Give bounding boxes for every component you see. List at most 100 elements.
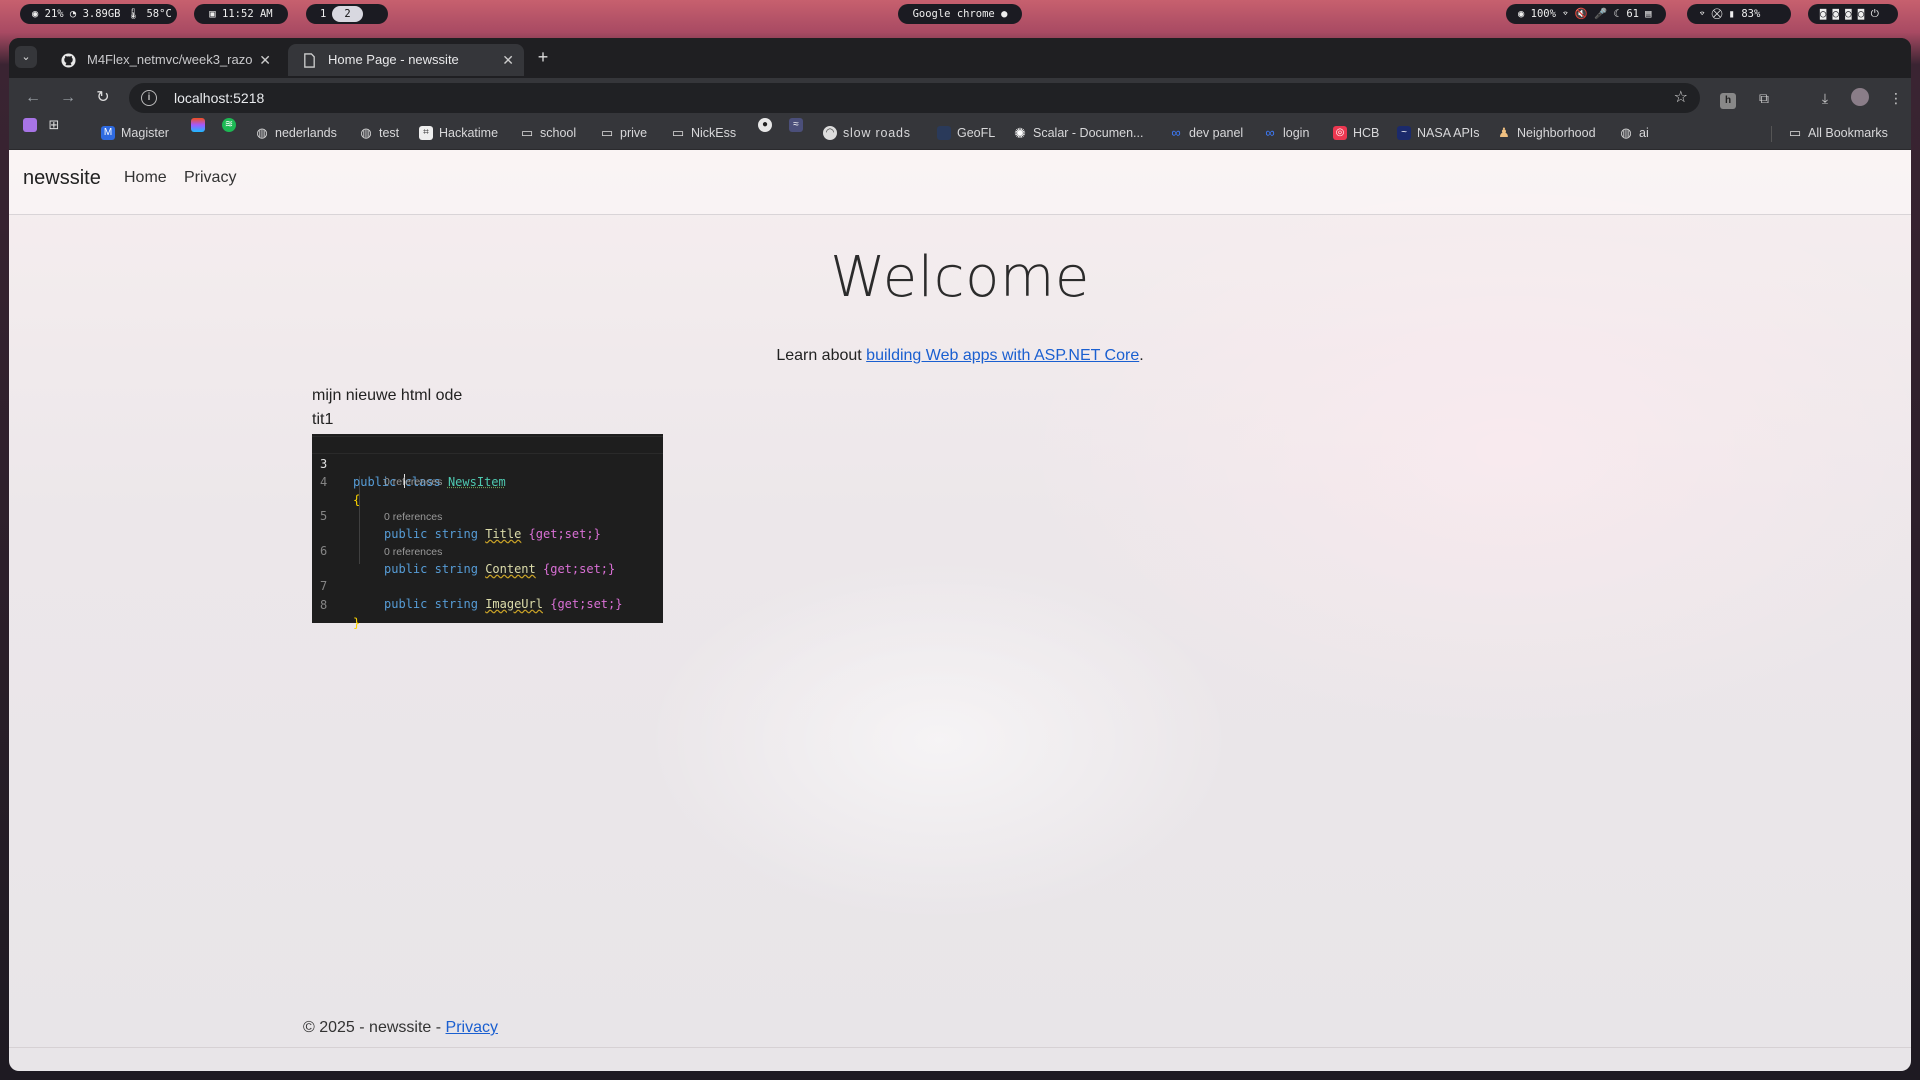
clock: ▣ 11:52 AM <box>194 4 288 24</box>
folder-icon: ▭ <box>1788 125 1802 140</box>
download-icon[interactable]: ⤓ <box>1815 88 1835 108</box>
bookmark-label: Hackatime <box>439 126 499 140</box>
bookmark-purple[interactable] <box>23 118 37 132</box>
codelens-references: 0 references <box>384 546 443 558</box>
forward-arrow-icon[interactable]: → <box>58 88 78 108</box>
magister-icon: M <box>101 126 115 140</box>
tab-github[interactable]: M4Flex_netmvc/week3_razo ✕ <box>47 44 281 76</box>
tab-title: Home Page - newssite <box>328 52 459 67</box>
profile-avatar[interactable] <box>1850 88 1870 108</box>
window-dot-icon: ● <box>994 8 1008 20</box>
bookmark-scalar[interactable]: ✺ Scalar - Documen... <box>1013 118 1143 148</box>
code-keyword: public <box>384 527 428 541</box>
bookmark-nasa-apis[interactable]: ~ NASA APIs <box>1397 118 1480 148</box>
bookmark-test[interactable]: ◍ test <box>359 118 399 148</box>
lead-prefix: Learn about <box>776 347 867 364</box>
extensions-puzzle-icon[interactable]: ⧉ <box>1754 88 1774 108</box>
aspnet-docs-link[interactable]: building Web apps with ASP.NET Core <box>866 347 1139 364</box>
scalar-icon: ✺ <box>1014 125 1026 141</box>
bookmark-label: school <box>540 126 577 140</box>
battery-status[interactable]: ⌔ ⛒ ▮ 83% <box>1687 4 1791 24</box>
bookmarks-bar: ⊞ M Magister ≋ ◍ nederlands ◍ test ⌗ Hackati… <box>9 118 1911 150</box>
nav-home[interactable]: Home <box>124 169 167 187</box>
bookmark-ai[interactable]: ◍ ai <box>1619 118 1648 148</box>
bookmark-star-icon[interactable]: ☆ <box>1674 83 1688 113</box>
bookmark-label: slow roads <box>843 126 911 140</box>
page-viewport: newssite Home Privacy Welcome Learn abou… <box>9 150 1911 1071</box>
hcb-icon: ◎ <box>1333 126 1347 140</box>
news-title: tit1 <box>312 411 334 428</box>
bookmark-label: prive <box>620 126 648 140</box>
tray-status[interactable]: ◉ 100% ⌔ 🔇 🎤 ☾ 61 ▤ <box>1506 4 1666 24</box>
footer-privacy-link[interactable]: Privacy <box>446 1019 498 1036</box>
bookmark-label: NASA APIs <box>1417 126 1480 140</box>
slowroads-icon: ◠ <box>823 126 837 140</box>
tab-home-page[interactable]: Home Page - newssite ✕ <box>288 44 524 76</box>
spotify-icon: ≋ <box>222 118 236 132</box>
workspace-1[interactable]: 1 <box>320 4 326 24</box>
bookmark-label: nederlands <box>275 126 337 140</box>
globe-icon: ◍ <box>1620 125 1632 140</box>
bookmark-label: test <box>379 126 400 140</box>
line-number: 5 <box>320 509 328 523</box>
bookmark-slow-roads[interactable]: ◠ slow roads <box>823 118 911 148</box>
bookmark-figma[interactable] <box>191 118 205 132</box>
folder-icon: ▭ <box>520 125 534 140</box>
globe-icon: ◍ <box>256 125 268 140</box>
site-navbar: newssite Home Privacy <box>9 150 1911 215</box>
reload-icon[interactable]: ↻ <box>93 88 113 108</box>
menu-kebab-icon[interactable]: ⋮ <box>1886 88 1906 108</box>
code-property: ImageUrl <box>485 597 543 611</box>
clock-text: 11:52 AM <box>222 8 273 20</box>
address-bar[interactable]: i localhost:5218 ☆ <box>129 83 1700 113</box>
apps-grid-icon: ⊞ <box>48 117 60 132</box>
footer-copyright: © 2025 - newssite - <box>303 1019 446 1036</box>
code-accessors: {get;set;} <box>543 562 616 576</box>
code-type: string <box>434 597 478 611</box>
site-info-icon[interactable]: i <box>141 90 157 106</box>
bookmark-hcb[interactable]: ◎ HCB <box>1333 118 1379 148</box>
bookmark-apps[interactable]: ⊞ <box>47 118 61 132</box>
bookmark-github[interactable]: ● <box>758 118 772 132</box>
extension-h-icon[interactable]: h <box>1718 88 1738 109</box>
url-text[interactable]: localhost:5218 <box>174 83 264 113</box>
system-top-bar: ◉ 21% ◔ 3.89GB 🌡 58°C ▣ 11:52 AM 1 2 Goo… <box>0 0 1920 28</box>
lead-suffix: . <box>1139 347 1144 364</box>
power-menu[interactable]: ◙ ◙ ◙ ◙ ⏻ <box>1808 4 1898 24</box>
bookmark-label: dev panel <box>1189 126 1244 140</box>
meta-icon: ∞ <box>1171 125 1181 140</box>
nav-privacy[interactable]: Privacy <box>184 169 236 187</box>
tab-search-button[interactable]: ⌄ <box>15 46 37 68</box>
folder-icon: ▭ <box>671 125 685 140</box>
browser-toolbar: ← → ↻ i localhost:5218 ☆ h ⧉ ⤓ ⋮ <box>9 78 1911 118</box>
bookmark-dev-panel[interactable]: ∞ dev panel <box>1169 118 1243 148</box>
bookmark-hackatime[interactable]: ⌗ Hackatime <box>419 118 498 148</box>
bookmark-neighborhood[interactable]: ♟ Neighborhood <box>1497 118 1595 148</box>
bookmark-geofl[interactable]: GeoFL <box>937 118 995 148</box>
all-bookmarks-button[interactable]: ▭ All Bookmarks <box>1788 118 1888 148</box>
code-class-name: NewsItem <box>447 475 506 489</box>
workspace-2[interactable]: 2 <box>332 6 363 22</box>
site-brand[interactable]: newssite <box>23 167 101 190</box>
purple-square-icon <box>23 118 37 132</box>
back-arrow-icon[interactable]: ← <box>23 88 43 108</box>
workspace-switcher[interactable]: 1 2 <box>306 4 388 24</box>
tab-close-icon[interactable]: ✕ <box>259 44 271 76</box>
code-keyword: public <box>384 597 428 611</box>
code-accessors: {get;set;} <box>528 527 601 541</box>
bookmark-nederlands[interactable]: ◍ nederlands <box>255 118 337 148</box>
bookmark-folder-nickess[interactable]: ▭ NickEss <box>671 118 736 148</box>
new-tab-plus-icon[interactable]: + <box>532 46 554 68</box>
browser-window: ⌄ M4Flex_netmvc/week3_razo ✕ Home Page -… <box>9 38 1911 1071</box>
system-stats: ◉ 21% ◔ 3.89GB 🌡 58°C <box>20 4 177 24</box>
bookmark-folder-school[interactable]: ▭ school <box>520 118 576 148</box>
bookmark-magister[interactable]: M Magister <box>101 118 169 148</box>
line-number: 6 <box>320 544 328 558</box>
bookmark-login[interactable]: ∞ login <box>1263 118 1309 148</box>
code-property: Content <box>485 562 536 576</box>
tab-close-icon[interactable]: ✕ <box>502 44 514 76</box>
bookmark-dashboard[interactable]: ≈ <box>789 118 803 132</box>
bookmark-folder-prive[interactable]: ▭ prive <box>600 118 647 148</box>
bookmark-spotify[interactable]: ≋ <box>222 118 236 132</box>
bookmark-label: GeoFL <box>957 126 996 140</box>
